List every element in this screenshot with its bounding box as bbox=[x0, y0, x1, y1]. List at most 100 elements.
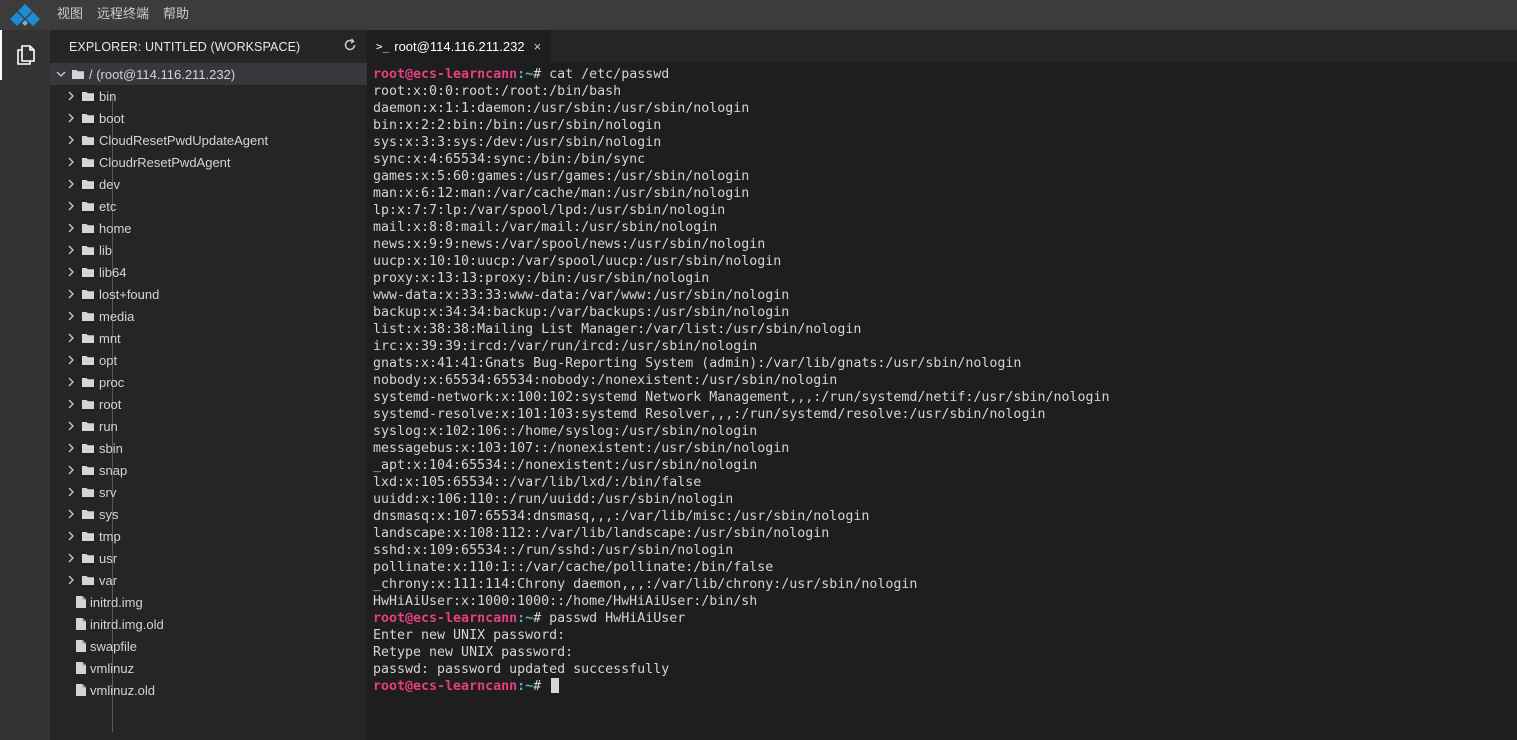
tree-folder-media[interactable]: media bbox=[50, 305, 367, 327]
line-text: sync:x:4:65534:sync:/bin:/bin/sync bbox=[373, 152, 646, 167]
prompt-user: root@ecs-learncann bbox=[373, 611, 518, 626]
line-text: games:x:5:60:games:/usr/games:/usr/sbin/… bbox=[373, 169, 750, 184]
tree-file-initrd-img-old[interactable]: initrd.img.old bbox=[50, 613, 367, 635]
tree-folder-cloudrresetpwdagent[interactable]: CloudrResetPwdAgent bbox=[50, 151, 367, 173]
folder-icon bbox=[81, 178, 95, 190]
tree-folder-tmp[interactable]: tmp bbox=[50, 525, 367, 547]
tree-file-vmlinuz[interactable]: vmlinuz bbox=[50, 657, 367, 679]
line-text: _apt:x:104:65534::/nonexistent:/usr/sbin… bbox=[373, 458, 758, 473]
file-icon bbox=[75, 662, 87, 674]
line-text: lp:x:7:7:lp:/var/spool/lpd:/usr/sbin/nol… bbox=[373, 203, 726, 218]
tree-folder-var[interactable]: var bbox=[50, 569, 367, 591]
line-text: landscape:x:108:112::/var/lib/landscape:… bbox=[373, 526, 830, 541]
tree-file-initrd-img[interactable]: initrd.img bbox=[50, 591, 367, 613]
explorer-files-icon[interactable] bbox=[0, 30, 50, 80]
tree-folder-lost-found[interactable]: lost+found bbox=[50, 283, 367, 305]
tree-root-folder[interactable]: / (root@114.116.211.232) bbox=[50, 63, 367, 85]
tree-file-swapfile[interactable]: swapfile bbox=[50, 635, 367, 657]
line-text: www-data:x:33:33:www-data:/var/www:/usr/… bbox=[373, 288, 790, 303]
chevron-right-icon bbox=[64, 133, 78, 147]
folder-icon bbox=[81, 398, 95, 410]
tree-folder-usr[interactable]: usr bbox=[50, 547, 367, 569]
tree-folder-run[interactable]: run bbox=[50, 415, 367, 437]
prompt-user: root@ecs-learncann bbox=[373, 67, 518, 82]
menu-remote-terminal[interactable]: 远程终端 bbox=[90, 0, 156, 30]
terminal-panel[interactable]: root@ecs-learncann:~# cat /etc/passwd roo… bbox=[367, 63, 1517, 740]
terminal-prompt-line: root@ecs-learncann:~# cat /etc/passwd bbox=[373, 66, 1110, 83]
tree-item-label: var bbox=[99, 572, 118, 588]
terminal-output-line: uucp:x:10:10:uucp:/var/spool/uucp:/usr/s… bbox=[373, 253, 1110, 270]
terminal-output-line: messagebus:x:103:107::/nonexistent:/usr/… bbox=[373, 440, 1110, 457]
tree-item-label: home bbox=[99, 220, 132, 236]
tree-folder-opt[interactable]: opt bbox=[50, 349, 367, 371]
folder-icon bbox=[81, 200, 95, 212]
tree-folder-dev[interactable]: dev bbox=[50, 173, 367, 195]
prompt-symbol: # bbox=[533, 679, 550, 694]
chevron-right-icon bbox=[64, 507, 78, 521]
chevron-right-icon bbox=[64, 419, 78, 433]
folder-icon bbox=[81, 310, 95, 322]
tree-folder-proc[interactable]: proc bbox=[50, 371, 367, 393]
terminal-output-line: root:x:0:0:root:/root:/bin/bash bbox=[373, 83, 1110, 100]
terminal-output: root@ecs-learncann:~# cat /etc/passwd roo… bbox=[373, 66, 1110, 695]
line-text: lxd:x:105:65534::/var/lib/lxd/:/bin/fals… bbox=[373, 475, 702, 490]
tree-item-label: vmlinuz.old bbox=[90, 682, 156, 698]
terminal-output-line: gnats:x:41:41:Gnats Bug-Reporting System… bbox=[373, 355, 1110, 372]
folder-icon bbox=[81, 486, 95, 498]
tree-item-label: lib bbox=[99, 242, 113, 258]
terminal-output-line: Retype new UNIX password: bbox=[373, 644, 1110, 661]
tree-item-label: initrd.img.old bbox=[90, 616, 164, 632]
terminal-output-line: systemd-network:x:100:102:systemd Networ… bbox=[373, 389, 1110, 406]
tree-folder-srv[interactable]: srv bbox=[50, 481, 367, 503]
menu-bar: 视图 远程终端 帮助 bbox=[0, 0, 1517, 30]
explorer-header: EXPLORER: UNTITLED (WORKSPACE) bbox=[50, 30, 367, 63]
terminal-output-line: daemon:x:1:1:daemon:/usr/sbin:/usr/sbin/… bbox=[373, 100, 1110, 117]
tree-item-label: etc bbox=[99, 198, 117, 214]
chevron-right-icon bbox=[64, 199, 78, 213]
close-icon[interactable]: × bbox=[534, 39, 542, 54]
chevron-right-icon bbox=[64, 463, 78, 477]
tree-folder-boot[interactable]: boot bbox=[50, 107, 367, 129]
terminal-output-line: sys:x:3:3:sys:/dev:/usr/sbin/nologin bbox=[373, 134, 1110, 151]
chevron-right-icon bbox=[64, 309, 78, 323]
chevron-right-icon bbox=[64, 155, 78, 169]
tree-folder-root[interactable]: root bbox=[50, 393, 367, 415]
file-icon bbox=[75, 684, 87, 696]
tree-folder-sys[interactable]: sys bbox=[50, 503, 367, 525]
tree-folder-bin[interactable]: bin bbox=[50, 85, 367, 107]
menu-view[interactable]: 视图 bbox=[50, 0, 90, 30]
folder-icon bbox=[81, 420, 95, 432]
folder-icon bbox=[81, 266, 95, 278]
line-text: passwd: password updated successfully bbox=[373, 662, 670, 677]
folder-icon bbox=[81, 508, 95, 520]
line-text: backup:x:34:34:backup:/var/backups:/usr/… bbox=[373, 305, 790, 320]
chevron-right-icon bbox=[64, 397, 78, 411]
menu-help[interactable]: 帮助 bbox=[156, 0, 196, 30]
tree-folder-lib[interactable]: lib bbox=[50, 239, 367, 261]
chevron-right-icon bbox=[64, 89, 78, 103]
chevron-right-icon bbox=[64, 331, 78, 345]
tree-folder-home[interactable]: home bbox=[50, 217, 367, 239]
tree-folder-snap[interactable]: snap bbox=[50, 459, 367, 481]
editor-tabs: >_ root@114.116.211.232 × bbox=[367, 30, 1517, 63]
tree-item-label: CloudrResetPwdAgent bbox=[99, 154, 231, 170]
tree-folder-mnt[interactable]: mnt bbox=[50, 327, 367, 349]
tree-item-label: proc bbox=[99, 374, 125, 390]
terminal-output-line: backup:x:34:34:backup:/var/backups:/usr/… bbox=[373, 304, 1110, 321]
tree-file-vmlinuz-old[interactable]: vmlinuz.old bbox=[50, 679, 367, 701]
folder-icon bbox=[81, 288, 95, 300]
tree-item-label: CloudResetPwdUpdateAgent bbox=[99, 132, 269, 148]
refresh-icon[interactable] bbox=[343, 38, 357, 55]
chevron-right-icon bbox=[64, 485, 78, 499]
tree-item-label: bin bbox=[99, 88, 117, 104]
file-icon bbox=[75, 618, 87, 630]
tree-folder-lib64[interactable]: lib64 bbox=[50, 261, 367, 283]
tree-folder-cloudresetpwdupdateagent[interactable]: CloudResetPwdUpdateAgent bbox=[50, 129, 367, 151]
tree-folder-sbin[interactable]: sbin bbox=[50, 437, 367, 459]
tree-folder-etc[interactable]: etc bbox=[50, 195, 367, 217]
tab-terminal[interactable]: >_ root@114.116.211.232 × bbox=[367, 30, 550, 63]
terminal-prompt-line: root@ecs-learncann:~# passwd HwHiAiUser bbox=[373, 610, 1110, 627]
line-text: messagebus:x:103:107::/nonexistent:/usr/… bbox=[373, 441, 790, 456]
prompt-path: :~ bbox=[517, 679, 534, 694]
line-text: Retype new UNIX password: bbox=[373, 645, 574, 660]
